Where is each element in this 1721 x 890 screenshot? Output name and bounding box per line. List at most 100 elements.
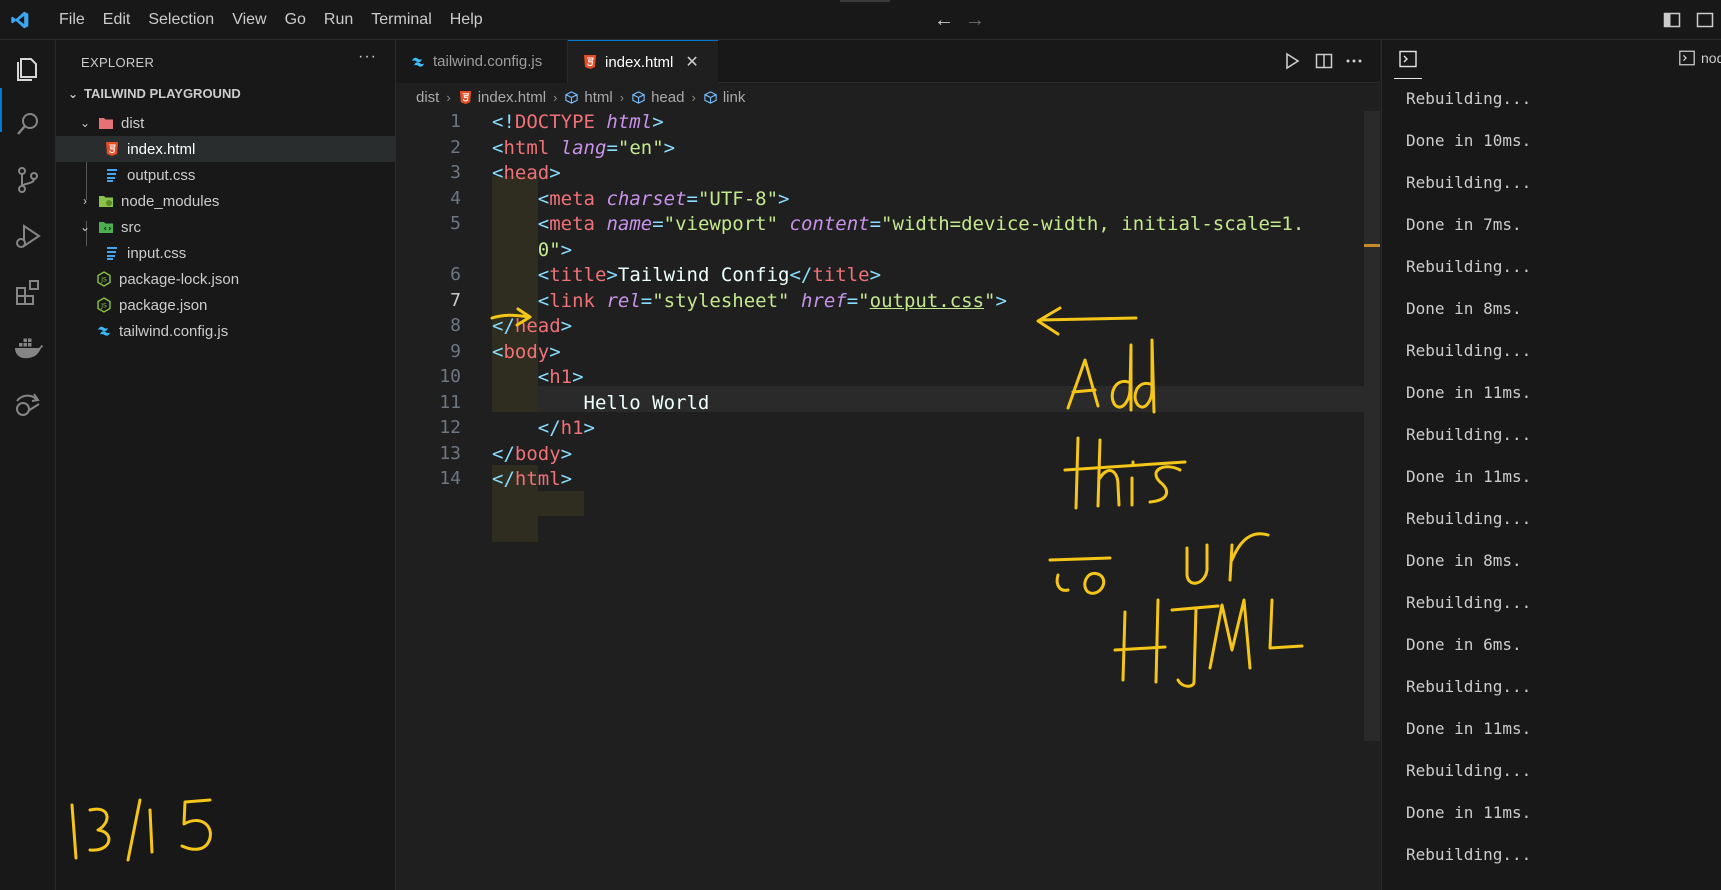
- split-editor-icon[interactable]: [1314, 51, 1334, 71]
- tree-folder-dist[interactable]: ⌄ dist: [56, 110, 395, 136]
- breadcrumb-item[interactable]: dist: [416, 89, 439, 106]
- code-line[interactable]: </head>: [492, 315, 572, 337]
- menu-selection[interactable]: Selection: [139, 0, 223, 40]
- breadcrumb-item[interactable]: index.html: [478, 89, 546, 106]
- tab-index-html[interactable]: index.html ✕: [568, 40, 718, 83]
- tree-file-package-json[interactable]: JS package.json: [56, 292, 395, 318]
- line-number: 5: [450, 213, 461, 234]
- tree-file-output-css[interactable]: output.css: [56, 162, 395, 188]
- run-file-icon[interactable]: [1282, 51, 1302, 71]
- code-line[interactable]: <h1>: [492, 366, 584, 388]
- code-line[interactable]: <body>: [492, 341, 561, 363]
- docker-icon[interactable]: [12, 332, 44, 364]
- code-line[interactable]: <meta charset="UTF-8">: [492, 188, 790, 210]
- tree-folder-src[interactable]: ⌄ src: [56, 214, 395, 240]
- menu-edit[interactable]: Edit: [94, 0, 140, 40]
- toggle-sidebar-icon[interactable]: [1663, 11, 1681, 29]
- close-icon[interactable]: ✕: [685, 52, 698, 72]
- code-token: =: [869, 213, 882, 235]
- toggle-panel-icon[interactable]: [1696, 11, 1714, 29]
- code-token: charset: [606, 187, 687, 210]
- code-token: >: [583, 417, 595, 439]
- line-number: 2: [450, 136, 461, 158]
- code-line[interactable]: </body>: [492, 443, 572, 465]
- code-line[interactable]: <meta name="viewport" content="width=dev…: [492, 213, 1305, 235]
- code-token: <: [537, 289, 550, 312]
- code-line[interactable]: </h1>: [492, 417, 595, 439]
- code-token: >: [778, 187, 790, 210]
- code-token: lang: [560, 136, 607, 159]
- code-token: =: [606, 136, 618, 159]
- terminal-line: Done in 11ms.: [1406, 803, 1532, 822]
- source-control-icon[interactable]: [12, 164, 44, 196]
- code-line[interactable]: <title>Tailwind Config</title>: [492, 264, 881, 286]
- vscode-logo-icon[interactable]: [10, 10, 30, 30]
- scrollbar-marker: [1364, 244, 1380, 247]
- symbol-element-icon: [632, 90, 645, 104]
- terminal-line: Rebuilding...: [1406, 257, 1532, 276]
- code-token: <: [537, 366, 550, 388]
- tree-file-input-css[interactable]: input.css: [56, 240, 395, 266]
- menu-terminal[interactable]: Terminal: [362, 0, 440, 40]
- code-line[interactable]: <!DOCTYPE html>: [492, 111, 664, 133]
- editor-scrollbar[interactable]: [1364, 111, 1380, 741]
- line-number: 1: [450, 111, 461, 132]
- more-actions-icon[interactable]: ···: [358, 48, 377, 66]
- symbol-element-icon: [565, 90, 579, 104]
- explorer-files-icon[interactable]: [12, 52, 44, 84]
- search-icon[interactable]: [12, 108, 44, 140]
- code-token: rel: [606, 289, 641, 312]
- code-line[interactable]: 0">: [492, 239, 572, 261]
- line-number: 3: [450, 162, 461, 183]
- menu-view[interactable]: View: [223, 0, 275, 40]
- forward-arrow-icon[interactable]: →: [965, 9, 985, 32]
- chevron-right-icon: ›: [553, 89, 558, 105]
- terminal-line: Done in 8ms.: [1406, 299, 1522, 318]
- code-token: "stylesheet": [652, 289, 790, 312]
- code-token: >: [652, 111, 664, 133]
- code-line[interactable]: </html>: [492, 468, 572, 490]
- tree-file-tailwind-config[interactable]: tailwind.config.js: [56, 318, 395, 344]
- menu-run[interactable]: Run: [315, 0, 362, 40]
- breadcrumb-item[interactable]: link: [723, 89, 746, 106]
- tree-folder-node-modules[interactable]: › node_modules: [56, 188, 395, 214]
- breadcrumb-item[interactable]: html: [584, 89, 612, 106]
- terminal-panel: nod Rebuilding... Done in 10ms. Rebuilding…: [1381, 40, 1721, 890]
- code-token: =: [652, 213, 664, 235]
- menu-help[interactable]: Help: [441, 0, 492, 40]
- terminal-icon[interactable]: [1398, 49, 1418, 69]
- code-token: ": [984, 289, 996, 312]
- menu-file[interactable]: File: [50, 0, 94, 40]
- remote-explorer-icon[interactable]: [12, 388, 44, 420]
- html5-icon: [584, 55, 596, 69]
- tree-file-index-html[interactable]: index.html: [56, 136, 395, 162]
- code-line[interactable]: <link rel="stylesheet" href="output.css"…: [492, 290, 1007, 312]
- chevron-right-icon: ›: [619, 89, 625, 105]
- code-token: Hello World: [492, 391, 710, 414]
- code-line[interactable]: Hello World: [492, 391, 710, 414]
- extensions-icon[interactable]: [12, 276, 44, 308]
- run-debug-icon[interactable]: [12, 220, 44, 252]
- dist-folder-icon: [99, 118, 113, 129]
- code-token: </: [492, 442, 515, 465]
- sidebar-title: EXPLORER: [81, 55, 155, 70]
- tree-file-package-lock-json[interactable]: JS package-lock.json: [56, 266, 395, 292]
- code-token: h1: [560, 417, 584, 439]
- code-token: "viewport": [663, 213, 779, 235]
- code-line[interactable]: <html lang="en">: [492, 137, 675, 159]
- code-editor[interactable]: 1 <!DOCTYPE html> 2 <html lang="en"> 3 <head>…: [396, 111, 1380, 890]
- code-token: >: [663, 136, 676, 159]
- project-header[interactable]: ⌄ TAILWIND PLAYGROUND: [66, 86, 241, 101]
- tab-tailwind-config[interactable]: tailwind.config.js: [396, 40, 568, 83]
- line-number: 14: [439, 468, 461, 489]
- menu-go[interactable]: Go: [276, 0, 315, 40]
- breadcrumb-item[interactable]: head: [651, 89, 684, 106]
- tab-label: index.html: [605, 53, 674, 71]
- more-actions-icon[interactable]: [1344, 51, 1364, 71]
- code-token: =: [640, 289, 653, 312]
- back-arrow-icon[interactable]: ←: [934, 9, 954, 32]
- terminal-tab-node[interactable]: nod: [1678, 49, 1721, 67]
- code-line[interactable]: <head>: [492, 162, 561, 184]
- line-number: 11: [439, 391, 461, 413]
